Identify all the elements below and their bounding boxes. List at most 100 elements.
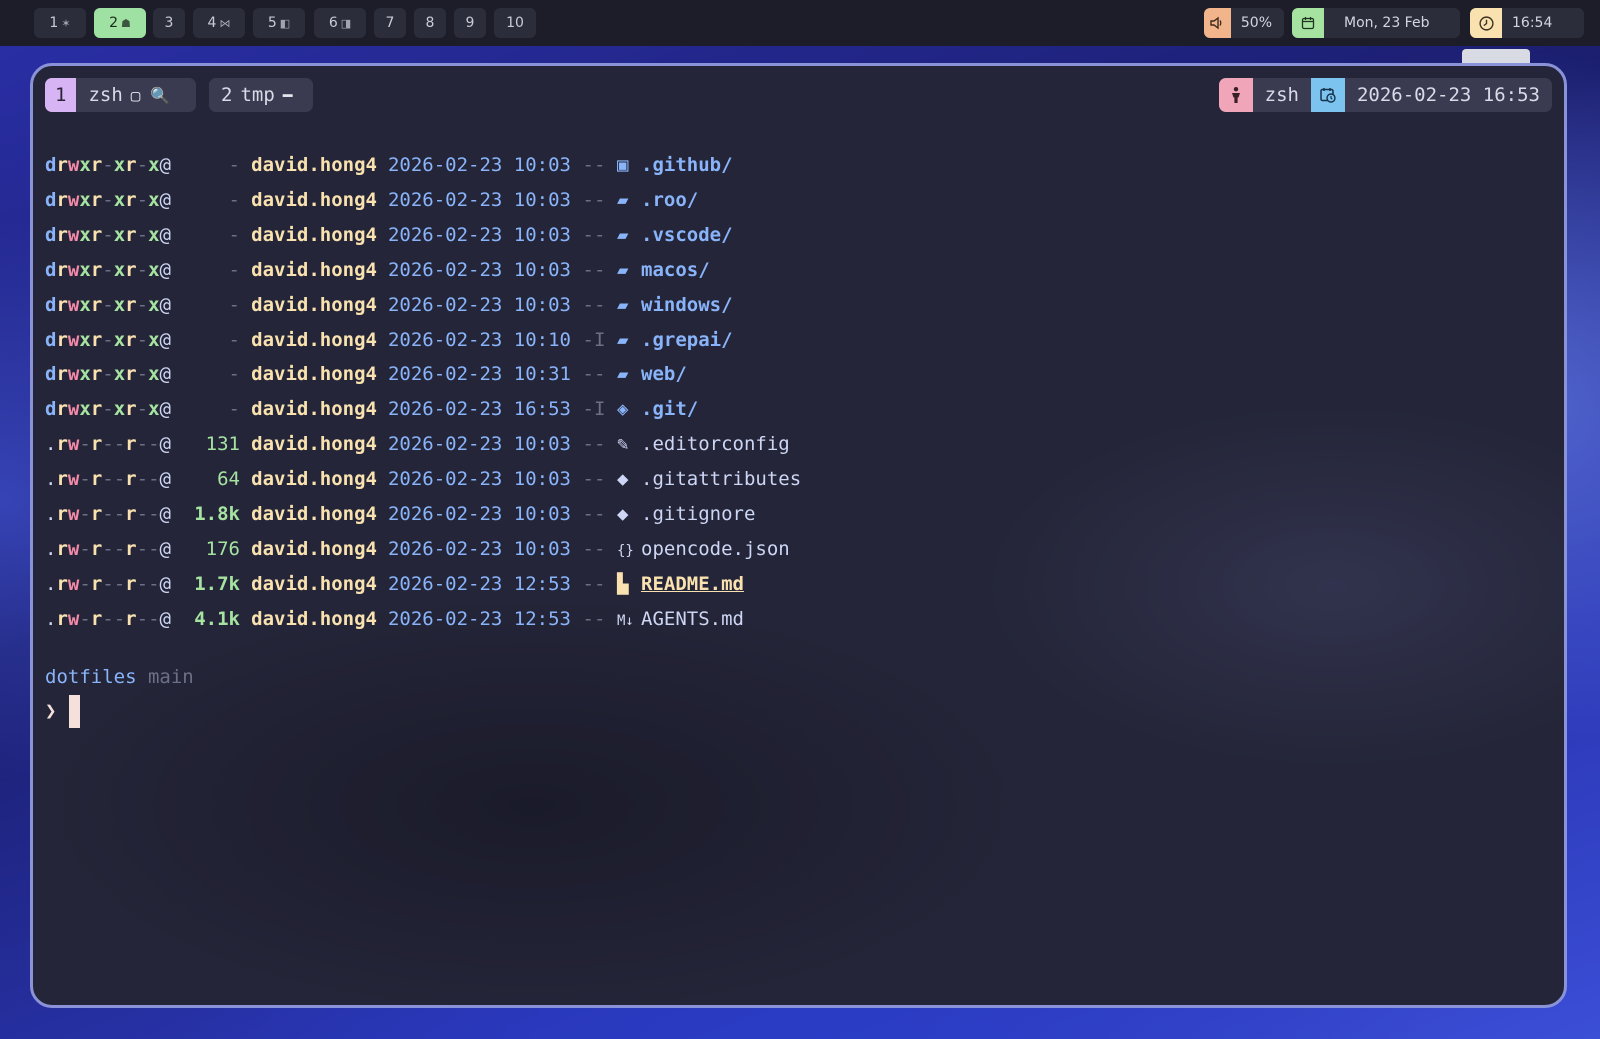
permissions: .rw-r--r--@ — [45, 468, 171, 491]
file-owner: david.hong4 — [251, 572, 377, 595]
file-name[interactable]: .vscode/ — [641, 218, 733, 252]
permissions: drwxr-xr-x@ — [45, 363, 171, 386]
folder-icon: ▰ — [617, 223, 629, 246]
git-status: -- — [582, 468, 606, 491]
clock-indicator[interactable]: 16:54 — [1470, 8, 1584, 38]
file-owner: david.hong4 — [251, 398, 377, 421]
tab-tmp[interactable]: 2 tmp ━ — [209, 78, 313, 112]
modified-date: 2026-02-23 16:53 — [387, 398, 571, 421]
shell-name: zsh — [1264, 84, 1299, 106]
tab-number: 1 — [45, 78, 77, 112]
list-item[interactable]: drwxr-xr-x@ - david.hong4 2026-02-23 10:03-… — [45, 183, 698, 217]
list-item[interactable]: .rw-r--r--@ 64 david.hong4 2026-02-23 10:03… — [45, 462, 801, 496]
file-name[interactable]: AGENTS.md — [641, 602, 744, 636]
file-owner: david.hong4 — [251, 293, 377, 316]
file-name[interactable]: .git/ — [641, 392, 698, 426]
permissions: drwxr-xr-x@ — [45, 223, 171, 246]
list-item[interactable]: .rw-r--r--@ 1.7k david.hong4 2026-02-23 12:… — [45, 567, 744, 601]
workspace-2[interactable]: 2 ☗ — [94, 8, 146, 38]
file-name[interactable]: README.md — [641, 567, 744, 601]
list-item[interactable]: drwxr-xr-x@ - david.hong4 2026-02-23 10:03-… — [45, 218, 733, 252]
file-size: - — [228, 154, 240, 176]
list-item[interactable]: drwxr-xr-x@ - david.hong4 2026-02-23 10:03-… — [45, 288, 733, 322]
workspace-4[interactable]: 4 ⋈ — [193, 8, 245, 38]
file-owner: david.hong4 — [251, 468, 377, 491]
git-status: -- — [582, 363, 606, 386]
workspace-6[interactable]: 6 ◨ — [314, 8, 366, 38]
workspace-number: 9 — [465, 15, 475, 31]
list-item[interactable]: .rw-r--r--@ 1.8k david.hong4 2026-02-23 10:… — [45, 497, 755, 531]
workspace-number: 2 — [109, 15, 119, 31]
workspace-3[interactable]: 3 — [153, 8, 185, 38]
git-icon: ◆ — [617, 468, 629, 491]
workspace-8[interactable]: 8 — [414, 8, 446, 38]
git-status: -- — [582, 572, 606, 595]
list-item[interactable]: drwxr-xr-x@ - david.hong4 2026-02-23 10:03-… — [45, 253, 710, 287]
tab-label: zsh — [88, 84, 123, 106]
file-size: 1.7k — [194, 572, 240, 595]
list-item[interactable]: drwxr-xr-x@ - david.hong4 2026-02-23 16:53-… — [45, 392, 698, 426]
file-name[interactable]: windows/ — [641, 288, 733, 322]
workspace-number: 8 — [425, 15, 435, 31]
date-indicator[interactable]: Mon, 23 Feb — [1292, 8, 1460, 38]
terminal-tab-bar: 1 zsh ▢ 🔍 2 tmp ━ zsh 2026-02-23 16:53 — [45, 78, 1552, 112]
file-name[interactable]: .gitattributes — [641, 462, 801, 496]
git-status: -- — [582, 188, 606, 211]
list-item[interactable]: .rw-r--r--@ 176 david.hong4 2026-02-23 10:0… — [45, 532, 790, 566]
workspace-number: 6 — [328, 15, 338, 31]
file-name[interactable]: macos/ — [641, 253, 710, 287]
file-name[interactable]: .editorconfig — [641, 427, 790, 461]
file-name[interactable]: web/ — [641, 357, 687, 391]
file-name[interactable]: .roo/ — [641, 183, 698, 217]
git-status: -- — [582, 293, 606, 316]
list-item[interactable]: drwxr-xr-x@ - david.hong4 2026-02-23 10:03-… — [45, 148, 733, 182]
file-owner: david.hong4 — [251, 433, 377, 456]
file-size: 64 — [217, 468, 240, 491]
modified-date: 2026-02-23 10:10 — [387, 328, 571, 351]
permissions: drwxr-xr-x@ — [45, 293, 171, 316]
list-item[interactable]: drwxr-xr-x@ - david.hong4 2026-02-23 10:31-… — [45, 357, 687, 391]
file-size: - — [228, 188, 240, 211]
folder-icon: ▰ — [617, 293, 629, 316]
file-name[interactable]: .grepai/ — [641, 323, 733, 357]
modified-date: 2026-02-23 10:03 — [387, 503, 571, 525]
file-owner: david.hong4 — [251, 328, 377, 351]
terminal-window[interactable]: 1 zsh ▢ 🔍 2 tmp ━ zsh 2026-02-23 16:53 d… — [30, 63, 1567, 1008]
list-item[interactable]: .rw-r--r--@ 131 david.hong4 2026-02-23 10:0… — [45, 427, 790, 461]
workspace-5[interactable]: 5 ◧ — [253, 8, 305, 38]
file-size: 1.8k — [194, 503, 240, 525]
file-name[interactable]: .github/ — [641, 148, 733, 182]
editorconfig-icon: ✎ — [617, 433, 629, 456]
volume-indicator[interactable]: 50% — [1204, 8, 1284, 38]
workspace-1[interactable]: 1 ✶ — [34, 8, 86, 38]
modified-date: 2026-02-23 10:03 — [387, 223, 571, 246]
file-size: 4.1k — [194, 607, 240, 630]
modified-date: 2026-02-23 10:03 — [387, 258, 571, 281]
file-name[interactable]: opencode.json — [641, 532, 790, 566]
clock-value: 16:54 — [1512, 15, 1553, 31]
tab-zsh[interactable]: 1 zsh ▢ 🔍 — [45, 78, 196, 112]
prompt-line[interactable]: ❯ — [45, 694, 80, 728]
modified-date: 2026-02-23 12:53 — [387, 607, 571, 630]
tab-number: 2 — [221, 84, 233, 106]
workspace-7[interactable]: 7 — [374, 8, 406, 38]
calendar-icon — [1292, 8, 1324, 38]
workspace-number: 10 — [506, 15, 524, 31]
git-status: -- — [582, 607, 606, 630]
speaker-icon — [1204, 8, 1231, 38]
modified-date: 2026-02-23 10:03 — [387, 468, 571, 491]
prompt-symbol: ❯ — [45, 700, 57, 722]
file-owner: david.hong4 — [251, 223, 377, 246]
prompt-directory: dotfiles — [45, 666, 137, 688]
workspace-10[interactable]: 10 — [494, 8, 536, 38]
file-owner: david.hong4 — [251, 363, 377, 386]
tab-label: tmp — [240, 84, 275, 106]
permissions: .rw-r--r--@ — [45, 537, 171, 560]
workspace-9[interactable]: 9 — [454, 8, 486, 38]
file-name[interactable]: .gitignore — [641, 497, 755, 531]
list-item[interactable]: drwxr-xr-x@ - david.hong4 2026-02-23 10:10-… — [45, 323, 733, 357]
list-item[interactable]: .rw-r--r--@ 4.1k david.hong4 2026-02-23 12:… — [45, 602, 744, 636]
file-size: - — [228, 293, 240, 316]
permissions: drwxr-xr-x@ — [45, 154, 171, 176]
top-bar: 1 ✶ 2 ☗ 3 4 ⋈ 5 ◧ 6 ◨ 7 8 9 10 50% Mon, 23 Feb 16:54 — [0, 0, 1600, 46]
